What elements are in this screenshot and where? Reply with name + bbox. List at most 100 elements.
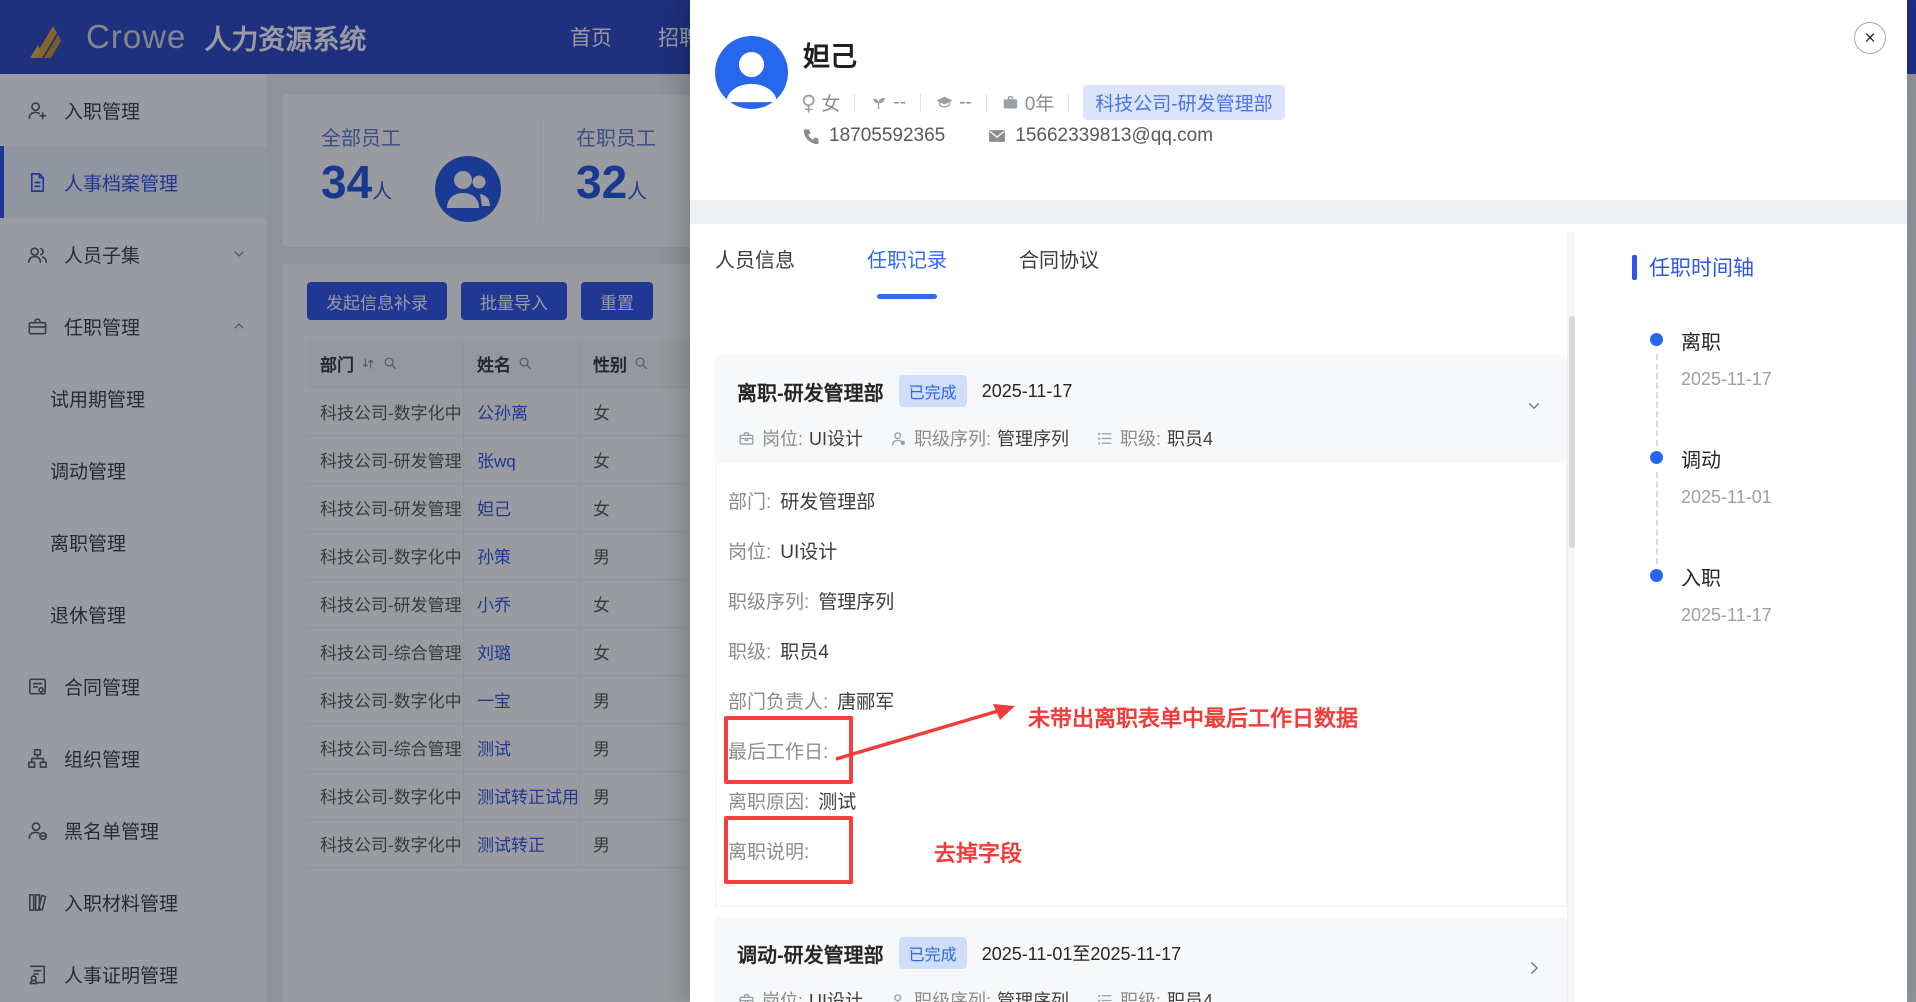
detail-label: 部门: <box>728 491 772 513</box>
close-icon[interactable]: × <box>1854 22 1886 54</box>
record-meta-item: 职级序列: 管理序列 <box>889 425 1069 451</box>
record-meta-item: 职级: 职员4 <box>1095 987 1213 1002</box>
record-card-header[interactable]: 离职-研发管理部 已完成 2025-11-17 岗位: UI设计 职级序列: 管理序列职… <box>715 355 1567 463</box>
detail-label: 职级: <box>728 641 772 663</box>
detail-value: 职员4 <box>780 641 829 663</box>
detail-row: 职级: 职员4 <box>728 625 1566 675</box>
detail-row: 岗位: UI设计 <box>728 525 1566 575</box>
record-meta-item: 职级: 职员4 <box>1095 425 1213 451</box>
meta-text: -- <box>959 91 972 113</box>
detail-row: 部门负责人: 唐郦军 <box>728 675 1566 725</box>
record-title-row: 离职-研发管理部 已完成 2025-11-17 <box>737 375 1543 407</box>
meta-item: -- <box>869 92 906 114</box>
meta-text: 女 <box>821 94 841 115</box>
record-meta-value: 职员4 <box>1167 429 1214 449</box>
phone-number: 18705592365 <box>829 125 946 146</box>
record-meta-value: 管理序列 <box>997 429 1070 449</box>
record-meta-label: 岗位: <box>762 991 804 1002</box>
timeline-event-date: 2025-11-01 <box>1681 487 1772 507</box>
record-title: 离职-研发管理部 <box>737 382 884 405</box>
meta-item: -- <box>935 92 972 114</box>
record-meta-value: UI设计 <box>809 991 864 1002</box>
meta-divider <box>1068 93 1070 112</box>
tab-personnel-info[interactable]: 人员信息 <box>715 244 795 277</box>
detail-label: 最后工作日: <box>728 741 829 763</box>
record-meta-item: 岗位: UI设计 <box>737 425 863 451</box>
record-meta-value: 职员4 <box>1167 991 1214 1002</box>
record-meta-value: 管理序列 <box>997 991 1070 1002</box>
chevron-right-icon[interactable] <box>1525 959 1543 977</box>
detail-row: 职级序列: 管理序列 <box>728 575 1566 625</box>
detail-label: 岗位: <box>728 541 772 563</box>
record-meta-item: 职级序列: 管理序列 <box>889 987 1069 1002</box>
record-card: 离职-研发管理部 已完成 2025-11-17 岗位: UI设计 职级序列: 管理序列职… <box>715 355 1567 907</box>
timeline-dot <box>1650 451 1663 464</box>
meta-divider <box>985 93 987 112</box>
record-card: 调动-研发管理部 已完成 2025-11-01至2025-11-17 岗位: UI设计… <box>715 917 1567 1002</box>
record-meta-label: 岗位: <box>762 429 804 449</box>
timeline-item: 调动 2025-11-01 <box>1632 444 1882 564</box>
drawer-tabs: 人员信息 任职记录 合同协议 <box>715 244 1099 277</box>
detail-value: UI设计 <box>780 541 838 563</box>
detail-label: 离职说明: <box>728 841 810 863</box>
meta-text: 0年 <box>1024 94 1055 115</box>
detail-value: 管理序列 <box>818 591 895 613</box>
sequence-icon <box>889 991 908 1002</box>
timeline-title: 任职时间轴 <box>1632 252 1882 282</box>
department-tag: 科技公司-研发管理部 <box>1083 85 1285 120</box>
detail-label: 职级序列: <box>728 591 810 613</box>
experience-icon <box>1001 93 1020 112</box>
gender-icon: ♀ <box>801 90 817 115</box>
detail-row: 离职说明: 去掉字段 <box>724 816 1566 884</box>
employee-contact-row: 18705592365 15662339813@qq.com <box>801 125 1213 147</box>
status-badge: 已完成 <box>898 937 967 969</box>
meta-item: ♀ 女 <box>801 89 840 116</box>
record-meta-value: UI设计 <box>809 429 864 449</box>
tab-employment-records[interactable]: 任职记录 <box>867 244 947 277</box>
record-meta-label: 职级: <box>1120 991 1162 1002</box>
sequence-icon <box>889 429 908 448</box>
timeline-item: 入职 2025-11-17 <box>1632 562 1882 680</box>
employment-records-list: 离职-研发管理部 已完成 2025-11-17 岗位: UI设计 职级序列: 管理序列职… <box>715 355 1567 1002</box>
meta-divider <box>920 93 922 112</box>
email-item: 15662339813@qq.com <box>987 125 1213 147</box>
record-card-header[interactable]: 调动-研发管理部 已完成 2025-11-01至2025-11-17 岗位: UI设计… <box>715 917 1567 1002</box>
timeline-event-date: 2025-11-17 <box>1681 605 1772 625</box>
meta-text: -- <box>893 91 907 113</box>
employee-name: 妲己 <box>803 42 857 72</box>
timeline-event-label: 入职 <box>1681 568 1721 590</box>
record-meta-row: 岗位: UI设计 职级序列: 管理序列 职级: 职员4 <box>737 425 1543 451</box>
detail-row: 离职原因: 测试 <box>728 775 1566 825</box>
record-meta-label: 职级序列: <box>914 429 992 449</box>
scrollbar-thumb[interactable] <box>1569 316 1575 548</box>
detail-value: 研发管理部 <box>780 491 876 513</box>
mail-icon <box>987 126 1007 146</box>
position-icon <box>737 429 756 448</box>
detail-value: 测试 <box>818 791 857 813</box>
record-meta-item: 岗位: UI设计 <box>737 987 863 1002</box>
chevron-down-icon[interactable] <box>1525 397 1543 415</box>
timeline-title-bar <box>1632 254 1637 280</box>
tab-contract-agreements[interactable]: 合同协议 <box>1019 244 1099 277</box>
app-stage: Crowe 人力资源系统 首页 招聘 入职管理 人事档案管理 人员子集 任职管理 试用期管… <box>0 0 1916 1002</box>
employment-timeline: 任职时间轴 离职 2025-11-17 调动 2025-11-01 入职 2025-11-… <box>1632 252 1882 680</box>
detail-row: 最后工作日: 未带出离职表单中最后工作日数据 <box>724 704 1566 784</box>
level-icon <box>1095 429 1114 448</box>
records-scrollbar[interactable] <box>1567 232 1575 1002</box>
status-badge: 已完成 <box>898 375 967 407</box>
timeline-item: 离职 2025-11-17 <box>1632 326 1882 446</box>
timeline-connector <box>1656 354 1658 446</box>
timeline-event-label: 调动 <box>1681 450 1721 472</box>
record-date: 2025-11-17 <box>981 380 1073 401</box>
level-icon <box>1095 991 1114 1002</box>
record-meta-label: 职级: <box>1120 429 1162 449</box>
phone-icon <box>801 126 821 146</box>
timeline-event-label: 离职 <box>1681 332 1721 354</box>
employee-meta-row: ♀ 女 -- -- 0年 科技公司-研发管理部 <box>801 85 1285 120</box>
drawer-separator-band <box>690 200 1907 224</box>
record-meta-row: 岗位: UI设计 职级序列: 管理序列 职级: 职员4 <box>737 987 1543 1002</box>
timeline-connector <box>1656 472 1658 564</box>
age-icon <box>869 93 888 112</box>
employee-detail-drawer: × 妲己 ♀ 女 -- -- 0年 科技公司-研发管理部 18705592365 1566… <box>690 0 1907 1002</box>
annotation-note: 去掉字段 <box>934 841 1023 866</box>
